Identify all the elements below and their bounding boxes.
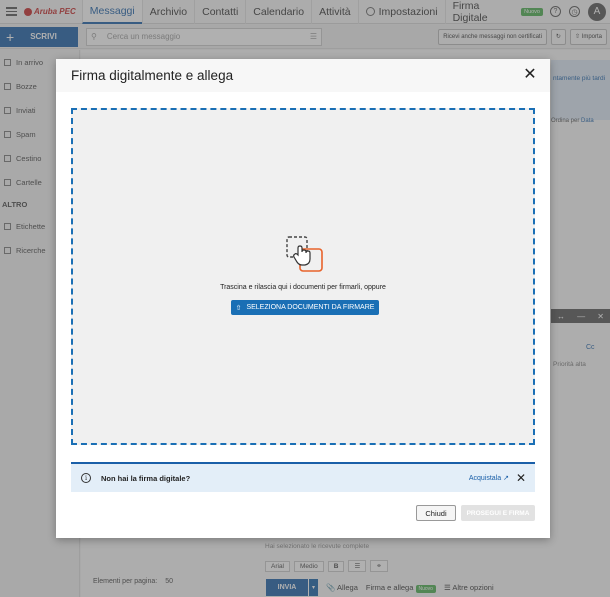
- no-signature-notice: i Non hai la firma digitale? Acquistala ↗…: [71, 462, 535, 492]
- dialog-title: Firma digitalmente e allega: [71, 68, 234, 83]
- close-icon[interactable]: ✕: [523, 67, 537, 83]
- info-icon: i: [81, 473, 91, 483]
- close-button[interactable]: Chiudi: [416, 505, 456, 521]
- select-documents-button[interactable]: ⇧ SELEZIONA DOCUMENTI DA FIRMARE: [231, 300, 379, 315]
- notice-close-icon[interactable]: ✕: [516, 471, 526, 485]
- notice-text: Non hai la firma digitale?: [101, 473, 191, 483]
- file-drop-zone[interactable]: Trascina e rilascia qui i documenti per …: [71, 108, 535, 445]
- proceed-sign-button[interactable]: PROSEGUI E FIRMA: [461, 505, 535, 521]
- buy-link[interactable]: Acquistala ↗: [469, 474, 509, 483]
- external-link-icon: ↗: [503, 475, 509, 482]
- drop-instructions: Trascina e rilascia qui i documenti per …: [220, 284, 386, 291]
- upload-icon: ⇧: [235, 304, 242, 312]
- sign-attach-dialog: Firma digitalmente e allega ✕ Trascina e…: [56, 59, 550, 538]
- dialog-header: Firma digitalmente e allega: [56, 59, 550, 92]
- drag-drop-icon: [286, 236, 323, 272]
